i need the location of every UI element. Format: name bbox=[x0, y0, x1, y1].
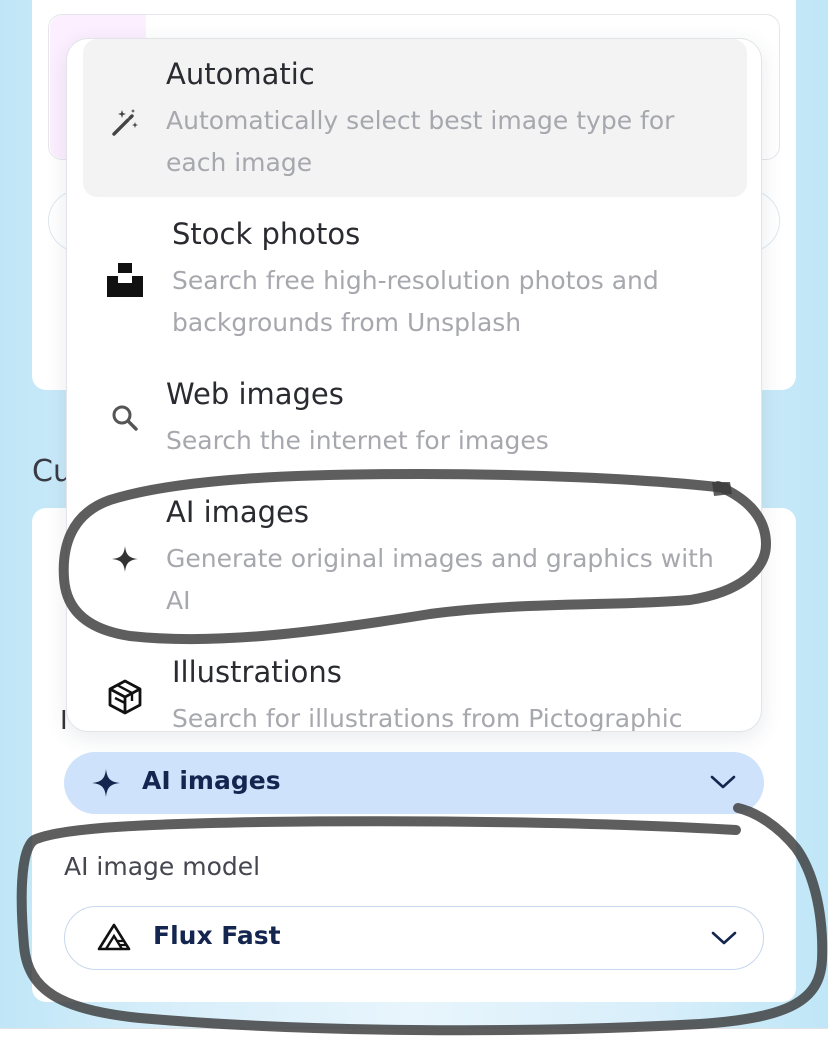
search-icon bbox=[107, 400, 143, 436]
ai-image-model-select[interactable]: Flux Fast bbox=[64, 906, 764, 970]
bottom-bar bbox=[0, 1028, 828, 1050]
menu-item-ai-images[interactable]: AI images Generate original images and g… bbox=[83, 487, 747, 627]
menu-item-description: Search the internet for images bbox=[166, 426, 549, 455]
image-source-dropdown-menu: Automatic Automatically select best imag… bbox=[66, 38, 762, 732]
flux-logo-icon bbox=[97, 921, 131, 957]
chevron-down-icon bbox=[711, 930, 737, 950]
unsplash-logo-icon bbox=[107, 261, 143, 297]
menu-item-description: Search for illustrations from Pictograph… bbox=[172, 704, 683, 732]
menu-item-automatic[interactable]: Automatic Automatically select best imag… bbox=[83, 39, 747, 197]
image-source-select[interactable]: AI images bbox=[64, 752, 764, 814]
cube-icon bbox=[107, 679, 143, 715]
menu-item-title: Stock photos bbox=[172, 217, 361, 251]
menu-item-title: AI images bbox=[166, 495, 310, 529]
menu-item-description: Automatically select best image type for… bbox=[166, 106, 675, 177]
menu-item-title: Automatic bbox=[166, 57, 315, 91]
menu-item-description: Search free high-resolution photos and b… bbox=[172, 266, 659, 337]
menu-item-description: Generate original images and graphics wi… bbox=[166, 544, 714, 615]
sparkle-icon bbox=[92, 769, 120, 801]
sparkle-icon bbox=[107, 541, 143, 577]
menu-item-title: Illustrations bbox=[172, 655, 342, 689]
menu-item-stock-photos[interactable]: Stock photos Search free high-resolution… bbox=[83, 209, 747, 349]
menu-item-illustrations[interactable]: Illustrations Search for illustrations f… bbox=[83, 647, 747, 732]
magic-wand-icon bbox=[107, 105, 143, 141]
image-source-selected-label: AI images bbox=[142, 766, 281, 795]
menu-item-web-images[interactable]: Web images Search the internet for image… bbox=[83, 369, 747, 469]
menu-item-title: Web images bbox=[166, 377, 344, 411]
ai-image-model-label: AI image model bbox=[64, 852, 261, 881]
chevron-down-icon bbox=[710, 774, 736, 794]
ai-image-model-selected-label: Flux Fast bbox=[153, 921, 281, 950]
